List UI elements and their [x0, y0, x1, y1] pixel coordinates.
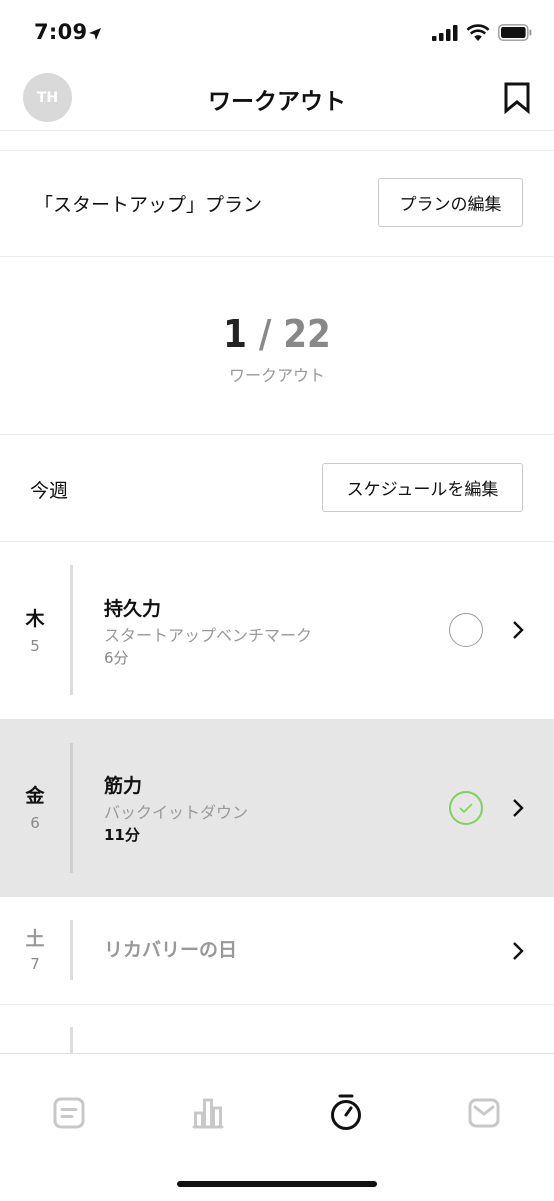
day-date: 6	[30, 814, 40, 832]
week-label: 今週	[30, 480, 69, 502]
progress-separator: /	[258, 312, 272, 356]
timeline-bar	[70, 743, 73, 873]
incomplete-circle-icon[interactable]	[449, 613, 483, 647]
progress-current: 1	[223, 312, 247, 356]
page-title: ワークアウト	[208, 89, 346, 115]
edit-plan-button[interactable]: プランの編集	[378, 178, 523, 227]
day-date: 7	[30, 955, 40, 973]
workout-row-friday[interactable]: 金 6 筋力 バックイットダウン 11分	[0, 719, 554, 897]
day-label: 木 5	[0, 604, 70, 655]
battery-icon	[498, 24, 532, 41]
divider	[0, 130, 554, 131]
chevron-right-icon[interactable]	[512, 798, 524, 822]
status-time: 7:09	[34, 20, 88, 44]
timeline-bar	[70, 920, 73, 980]
location-arrow-icon	[88, 26, 102, 45]
plan-name: 「スタートアップ」プラン	[34, 194, 263, 216]
divider	[0, 256, 554, 257]
bookmark-icon[interactable]	[504, 82, 530, 118]
progress-count: 1 / 22	[0, 312, 554, 356]
progress-label: ワークアウト	[228, 366, 325, 385]
day-label: 金 6	[0, 781, 70, 832]
timeline-bar	[70, 565, 73, 695]
divider	[0, 434, 554, 435]
timeline-bar	[70, 1027, 73, 1053]
progress-total: 22	[283, 312, 331, 356]
stats-icon[interactable]	[191, 1096, 225, 1134]
day-name: 木	[25, 608, 45, 630]
workout-duration: 11分	[104, 826, 140, 844]
divider	[0, 150, 554, 151]
workout-row-thursday[interactable]: 木 5 持久力 スタートアップベンチマーク 6分	[0, 542, 554, 719]
day-name: 土	[25, 928, 45, 950]
workout-duration: 6分	[104, 649, 129, 667]
signal-icon	[432, 24, 458, 41]
workout-title: リカバリーの日	[104, 939, 238, 961]
workout-row-saturday[interactable]: 土 7 リカバリーの日	[0, 897, 554, 1004]
day-label: 土 7	[0, 924, 70, 973]
home-indicator[interactable]	[177, 1181, 377, 1187]
status-icons	[432, 24, 532, 41]
workout-title: 持久力	[104, 598, 162, 620]
workout-subtitle: スタートアップベンチマーク	[104, 626, 313, 645]
day-date: 5	[30, 637, 40, 655]
day-name: 金	[25, 785, 45, 807]
mail-icon[interactable]	[467, 1096, 501, 1134]
divider	[0, 1004, 554, 1005]
chevron-right-icon[interactable]	[512, 620, 524, 644]
chevron-right-icon[interactable]	[512, 941, 524, 965]
workout-subtitle: バックイットダウン	[104, 803, 249, 822]
timer-icon[interactable]	[329, 1093, 363, 1135]
edit-schedule-button[interactable]: スケジュールを編集	[322, 463, 523, 512]
wifi-icon	[466, 24, 490, 41]
completed-check-icon[interactable]	[449, 791, 483, 825]
log-icon[interactable]	[52, 1096, 86, 1134]
workout-title: 筋力	[104, 775, 143, 797]
